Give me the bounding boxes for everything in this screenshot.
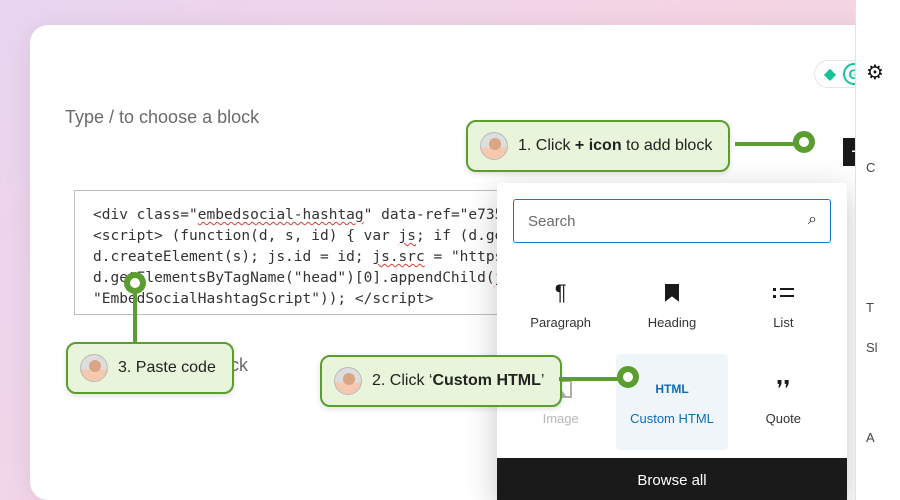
annotation-ring xyxy=(793,131,815,153)
annotation-connector xyxy=(133,292,137,344)
block-paragraph[interactable]: ¶ Paragraph xyxy=(505,257,616,354)
annotation-text: 2. Click ‘Custom HTML’ xyxy=(372,372,544,390)
block-placeholder[interactable]: Type / to choose a block xyxy=(65,107,259,128)
list-icon xyxy=(773,281,794,305)
annotation-ring xyxy=(124,272,146,294)
lightbulb-icon: ◆ xyxy=(819,63,841,85)
block-search-input[interactable] xyxy=(513,199,831,243)
paragraph-icon: ¶ xyxy=(555,281,567,305)
code-text: d.createElement(s); js.id = id; xyxy=(93,249,372,265)
code-text: "EmbedSocialHashtagScript")); </script> xyxy=(93,291,433,307)
block-label: Image xyxy=(543,411,579,426)
sidebar-label: A xyxy=(866,430,875,445)
code-text: js.src xyxy=(372,249,424,265)
bookmark-icon xyxy=(665,281,679,305)
code-text: <div class=" xyxy=(93,207,198,223)
sidebar-label: Sl xyxy=(866,340,878,355)
code-text: embedsocial-hashtag xyxy=(198,207,364,223)
block-heading[interactable]: Heading xyxy=(616,257,727,354)
block-inserter-popover: ⌕ ¶ Paragraph Heading List Image xyxy=(497,183,847,500)
block-list[interactable]: List xyxy=(728,257,839,354)
annotation-connector xyxy=(559,377,621,381)
avatar xyxy=(480,132,508,160)
annotation-step2: 2. Click ‘Custom HTML’ xyxy=(320,355,562,407)
search-icon: ⌕ xyxy=(808,211,817,229)
block-label: Heading xyxy=(648,315,696,330)
sidebar-label: T xyxy=(866,300,874,315)
annotation-text: 3. Paste code xyxy=(118,359,216,377)
code-text: <script> (function(d, s, id) { var xyxy=(93,228,399,244)
block-label: List xyxy=(773,315,793,330)
block-quote[interactable]: ❜❜ Quote xyxy=(728,354,839,451)
avatar xyxy=(80,354,108,382)
code-text: ementsByTagName("head")[0].appendChild( xyxy=(154,270,494,286)
annotation-text: 1. Click + icon to add block xyxy=(518,137,712,155)
avatar xyxy=(334,367,362,395)
settings-sidebar: ⚙ C T Sl A xyxy=(855,0,900,500)
block-label: Paragraph xyxy=(530,315,591,330)
annotation-ring xyxy=(617,366,639,388)
sidebar-label: C xyxy=(866,160,875,175)
annotation-connector xyxy=(735,142,797,146)
block-label: Quote xyxy=(766,411,801,426)
settings-gear-icon[interactable]: ⚙ xyxy=(866,60,884,85)
editor-frame: ◆ G Type / to choose a block <div class=… xyxy=(30,25,900,500)
annotation-step3: 3. Paste code xyxy=(66,342,234,394)
html-icon: HTML xyxy=(655,377,688,401)
block-label: Custom HTML xyxy=(630,411,714,426)
browse-all-button[interactable]: Browse all xyxy=(497,458,847,500)
quote-icon: ❜❜ xyxy=(776,377,790,401)
annotation-step1: 1. Click + icon to add block xyxy=(466,120,730,172)
code-text: js xyxy=(399,228,416,244)
